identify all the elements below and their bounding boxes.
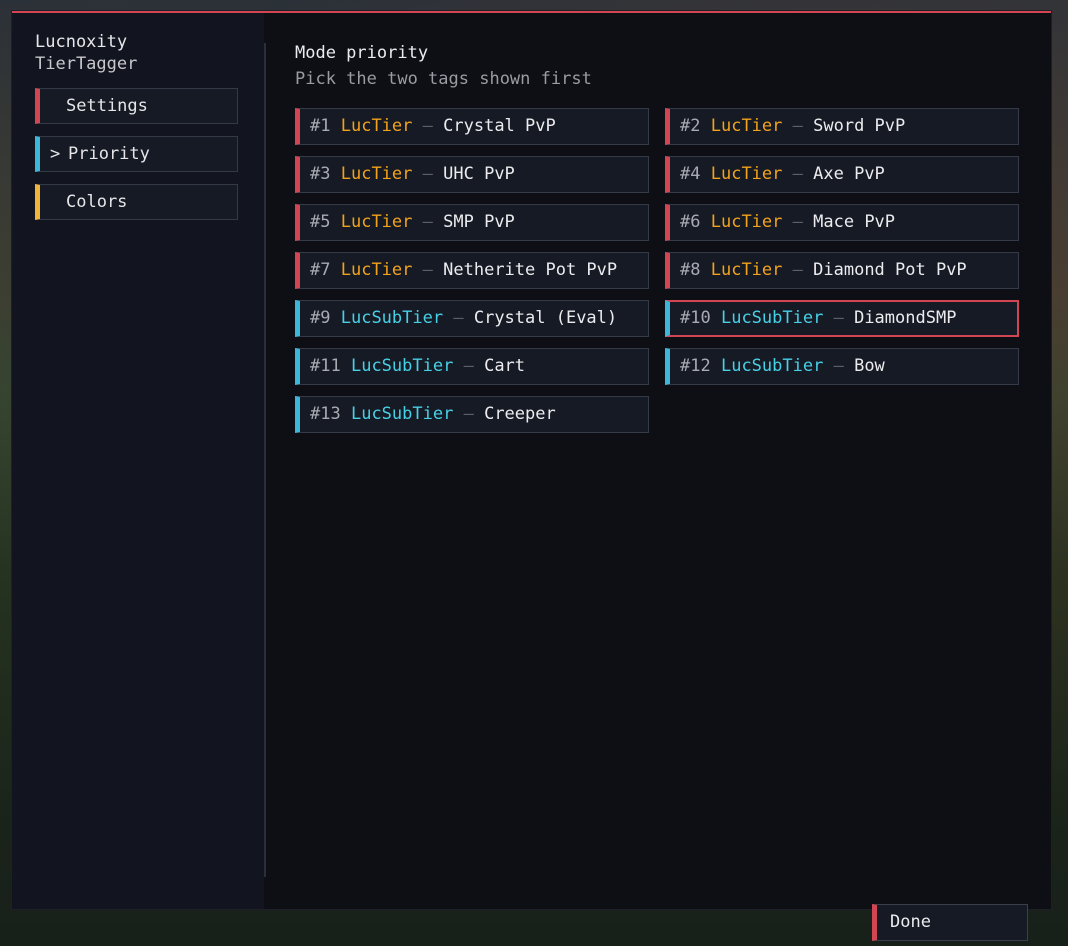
priority-tag-button[interactable]: #12 LucSubTier – Bow: [665, 348, 1019, 385]
tag-mode: Crystal PvP: [443, 116, 556, 136]
tag-separator: –: [792, 116, 803, 136]
brand-subtitle: TierTagger: [35, 54, 138, 74]
tag-mode: Axe PvP: [813, 164, 885, 184]
tag-tier: LucTier: [340, 164, 413, 184]
chevron-right-icon: >: [50, 144, 61, 164]
tag-separator: –: [453, 308, 464, 328]
tag-separator: –: [463, 356, 474, 376]
tag-rank: #12: [680, 356, 711, 376]
tag-tier: LucTier: [710, 164, 783, 184]
priority-tag-text: #1 LucTier – Crystal PvP: [310, 109, 556, 144]
priority-tag-button[interactable]: #10 LucSubTier – DiamondSMP: [665, 300, 1019, 337]
tag-rank: #7: [310, 260, 331, 280]
tag-tier: LucSubTier: [350, 356, 454, 376]
tag-separator: –: [422, 212, 433, 232]
sidebar-item-label: Priority: [68, 144, 150, 164]
tag-mode: Diamond Pot PvP: [813, 260, 967, 280]
priority-tag-text: #9 LucSubTier – Crystal (Eval): [310, 301, 617, 336]
brand-title: Lucnoxity: [35, 32, 128, 52]
sidebar-item-priority[interactable]: > Priority: [35, 136, 238, 172]
tag-rank: #13: [310, 404, 341, 424]
sidebar-item-label: Colors: [66, 192, 128, 212]
priority-tag-button[interactable]: #7 LucTier – Netherite Pot PvP: [295, 252, 649, 289]
priority-tag-button[interactable]: #5 LucTier – SMP PvP: [295, 204, 649, 241]
priority-tag-text: #12 LucSubTier – Bow: [680, 349, 885, 384]
sidebar-item-label: Settings: [66, 96, 148, 116]
tag-rank: #8: [680, 260, 701, 280]
priority-tag-text: #8 LucTier – Diamond Pot PvP: [680, 253, 967, 288]
tag-tier: LucTier: [710, 116, 783, 136]
priority-tag-text: #2 LucTier – Sword PvP: [680, 109, 905, 144]
priority-tag-button[interactable]: #8 LucTier – Diamond Pot PvP: [665, 252, 1019, 289]
tag-mode: Crystal (Eval): [473, 308, 618, 328]
priority-tag-button[interactable]: #2 LucTier – Sword PvP: [665, 108, 1019, 145]
priority-tag-button[interactable]: #13 LucSubTier – Creeper: [295, 396, 649, 433]
priority-tag-button[interactable]: #6 LucTier – Mace PvP: [665, 204, 1019, 241]
settings-window: Lucnoxity TierTagger Settings > Priority…: [12, 11, 1051, 909]
tag-tier: LucSubTier: [350, 404, 454, 424]
tag-tier: LucTier: [340, 260, 413, 280]
tag-rank: #2: [680, 116, 701, 136]
priority-tag-button[interactable]: #3 LucTier – UHC PvP: [295, 156, 649, 193]
priority-tag-text: #10 LucSubTier – DiamondSMP: [680, 302, 956, 335]
tag-rank: #11: [310, 356, 341, 376]
tag-mode: Sword PvP: [813, 116, 906, 136]
tag-separator: –: [422, 260, 433, 280]
tag-mode: Bow: [854, 356, 885, 376]
tag-mode: DiamondSMP: [854, 308, 957, 328]
priority-tag-button[interactable]: #9 LucSubTier – Crystal (Eval): [295, 300, 649, 337]
tag-rank: #3: [310, 164, 331, 184]
brand: Lucnoxity TierTagger: [35, 31, 137, 75]
sidebar-item-settings[interactable]: Settings: [35, 88, 238, 124]
tag-mode: Cart: [484, 356, 526, 376]
priority-tag-button[interactable]: #1 LucTier – Crystal PvP: [295, 108, 649, 145]
tag-tier: LucTier: [340, 212, 413, 232]
priority-tag-text: #7 LucTier – Netherite Pot PvP: [310, 253, 617, 288]
tag-rank: #1: [310, 116, 331, 136]
tag-rank: #10: [680, 308, 711, 328]
priority-tag-text: #3 LucTier – UHC PvP: [310, 157, 515, 192]
tag-mode: UHC PvP: [443, 164, 515, 184]
tag-tier: LucTier: [710, 212, 783, 232]
tag-mode: Mace PvP: [813, 212, 896, 232]
tag-tier: LucSubTier: [340, 308, 444, 328]
page-title: Mode priority: [295, 43, 429, 63]
priority-tag-text: #5 LucTier – SMP PvP: [310, 205, 515, 240]
tag-separator: –: [422, 164, 433, 184]
tag-rank: #9: [310, 308, 331, 328]
priority-tag-text: #11 LucSubTier – Cart: [310, 349, 525, 384]
tag-tier: LucTier: [710, 260, 783, 280]
tag-separator: –: [792, 260, 803, 280]
tag-mode: SMP PvP: [443, 212, 515, 232]
tag-separator: –: [833, 308, 844, 328]
sidebar: Lucnoxity TierTagger Settings > Priority…: [12, 13, 264, 909]
tag-separator: –: [792, 164, 803, 184]
page-subtitle: Pick the two tags shown first: [295, 69, 592, 89]
priority-tag-text: #4 LucTier – Axe PvP: [680, 157, 885, 192]
tag-separator: –: [463, 404, 474, 424]
priority-tag-button[interactable]: #4 LucTier – Axe PvP: [665, 156, 1019, 193]
tag-tier: LucSubTier: [720, 308, 824, 328]
tag-rank: #5: [310, 212, 331, 232]
tag-tier: LucTier: [340, 116, 413, 136]
tag-separator: –: [833, 356, 844, 376]
priority-tag-text: #6 LucTier – Mace PvP: [680, 205, 895, 240]
priority-tag-button[interactable]: #11 LucSubTier – Cart: [295, 348, 649, 385]
tag-mode: Creeper: [484, 404, 556, 424]
sidebar-divider: [264, 43, 266, 877]
sidebar-item-colors[interactable]: Colors: [35, 184, 238, 220]
tag-separator: –: [792, 212, 803, 232]
tag-rank: #6: [680, 212, 701, 232]
priority-tag-text: #13 LucSubTier – Creeper: [310, 397, 556, 432]
tag-tier: LucSubTier: [720, 356, 824, 376]
tag-mode: Netherite Pot PvP: [443, 260, 618, 280]
tag-rank: #4: [680, 164, 701, 184]
tag-separator: –: [422, 116, 433, 136]
done-button[interactable]: Done: [872, 904, 1028, 941]
done-button-label: Done: [890, 912, 931, 932]
